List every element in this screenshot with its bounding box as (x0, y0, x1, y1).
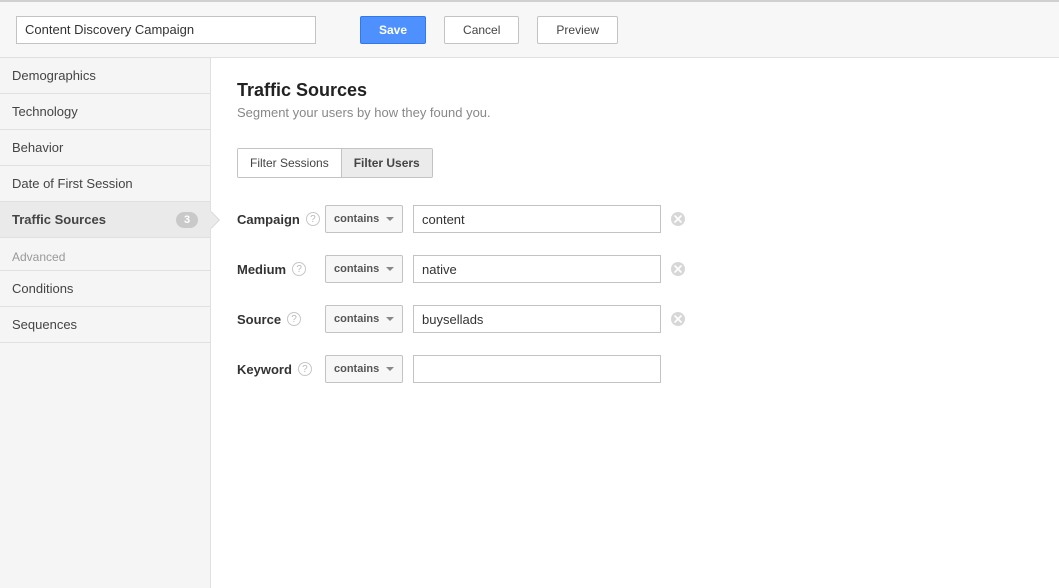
sidebar-item-label: Sequences (12, 317, 77, 332)
save-button[interactable]: Save (360, 16, 426, 44)
sidebar-section-advanced: Advanced (0, 238, 210, 271)
clear-icon[interactable] (671, 312, 685, 326)
filter-value-input[interactable] (413, 355, 661, 383)
sidebar-item-label: Conditions (12, 281, 73, 296)
sidebar-item-technology[interactable]: Technology (0, 94, 210, 130)
page-subtitle: Segment your users by how they found you… (237, 105, 1033, 120)
help-icon[interactable]: ? (292, 262, 306, 276)
tab-filter-sessions[interactable]: Filter Sessions (238, 149, 341, 177)
content-area: Traffic Sources Segment your users by ho… (211, 58, 1059, 588)
operator-select[interactable]: contains (325, 305, 403, 333)
filter-row-keyword: Keyword ? contains (237, 354, 1033, 384)
chevron-down-icon (386, 217, 394, 221)
chevron-down-icon (386, 317, 394, 321)
preview-button[interactable]: Preview (537, 16, 618, 44)
filter-row-medium: Medium ? contains (237, 254, 1033, 284)
filter-value-input[interactable] (413, 255, 661, 283)
filter-row-campaign: Campaign ? contains (237, 204, 1033, 234)
help-icon[interactable]: ? (298, 362, 312, 376)
count-badge: 3 (176, 212, 198, 228)
clear-icon[interactable] (671, 212, 685, 226)
chevron-down-icon (386, 367, 394, 371)
sidebar: Demographics Technology Behavior Date of… (0, 58, 211, 588)
chevron-down-icon (386, 267, 394, 271)
filter-label: Campaign ? (237, 212, 325, 227)
sidebar-item-label: Traffic Sources (12, 212, 106, 227)
filter-label: Keyword ? (237, 362, 325, 377)
filter-label: Source ? (237, 312, 325, 327)
operator-select[interactable]: contains (325, 355, 403, 383)
sidebar-item-traffic-sources[interactable]: Traffic Sources 3 (0, 202, 210, 238)
cancel-button[interactable]: Cancel (444, 16, 519, 44)
help-icon[interactable]: ? (287, 312, 301, 326)
sidebar-item-label: Demographics (12, 68, 96, 83)
sidebar-item-sequences[interactable]: Sequences (0, 307, 210, 343)
sidebar-item-label: Technology (12, 104, 78, 119)
sidebar-item-conditions[interactable]: Conditions (0, 271, 210, 307)
filter-value-input[interactable] (413, 205, 661, 233)
operator-select[interactable]: contains (325, 255, 403, 283)
help-icon[interactable]: ? (306, 212, 320, 226)
filter-value-input[interactable] (413, 305, 661, 333)
sidebar-item-behavior[interactable]: Behavior (0, 130, 210, 166)
clear-icon[interactable] (671, 262, 685, 276)
sidebar-item-label: Behavior (12, 140, 63, 155)
sidebar-item-demographics[interactable]: Demographics (0, 58, 210, 94)
segment-name-input[interactable] (16, 16, 316, 44)
tab-filter-users[interactable]: Filter Users (341, 149, 432, 177)
top-toolbar: Save Cancel Preview (0, 0, 1059, 58)
sidebar-item-date-of-first-session[interactable]: Date of First Session (0, 166, 210, 202)
page-title: Traffic Sources (237, 80, 1033, 101)
operator-select[interactable]: contains (325, 205, 403, 233)
filter-row-source: Source ? contains (237, 304, 1033, 334)
sidebar-item-label: Date of First Session (12, 176, 133, 191)
scope-tabs: Filter Sessions Filter Users (237, 148, 433, 178)
filter-label: Medium ? (237, 262, 325, 277)
